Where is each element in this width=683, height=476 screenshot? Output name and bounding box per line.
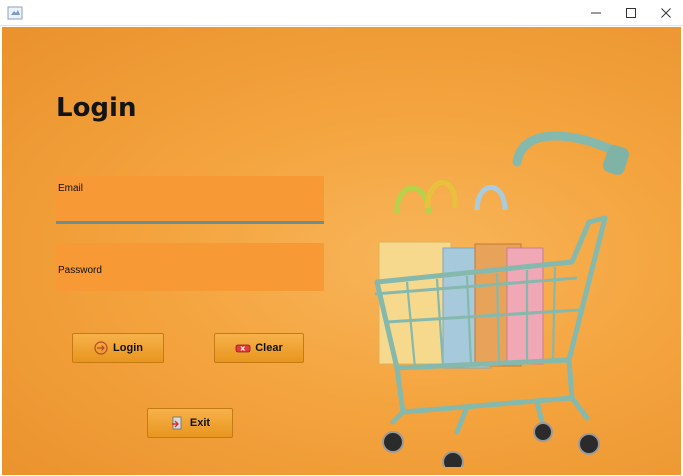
login-button-label: Login: [113, 342, 143, 354]
login-panel: Login Email Password Login Clear Exit: [2, 27, 681, 475]
clear-button-label: Clear: [255, 342, 283, 354]
page-title: Login: [56, 93, 137, 123]
clear-eraser-icon: [235, 341, 251, 355]
minimize-icon: [591, 12, 601, 14]
email-field[interactable]: Email: [56, 176, 324, 224]
maximize-icon: [626, 8, 636, 18]
exit-button-label: Exit: [189, 417, 211, 429]
close-button[interactable]: [649, 0, 683, 26]
close-icon: [661, 8, 671, 18]
shopping-cart-illustration: [374, 131, 629, 467]
exit-button[interactable]: Exit: [147, 408, 233, 438]
java-app-icon: [7, 5, 23, 21]
email-input[interactable]: [58, 197, 322, 217]
password-field[interactable]: Password: [56, 243, 324, 291]
email-label: Email: [58, 183, 84, 194]
exit-icon: [170, 416, 186, 430]
maximize-button[interactable]: [614, 0, 648, 26]
login-arrow-icon: [93, 341, 109, 355]
login-button[interactable]: Login: [72, 333, 164, 363]
password-input[interactable]: [58, 267, 322, 287]
title-bar: [0, 0, 683, 26]
minimize-button[interactable]: [579, 0, 613, 26]
app-window: Login Email Password Login Clear Exit: [0, 0, 683, 476]
clear-button[interactable]: Clear: [214, 333, 304, 363]
